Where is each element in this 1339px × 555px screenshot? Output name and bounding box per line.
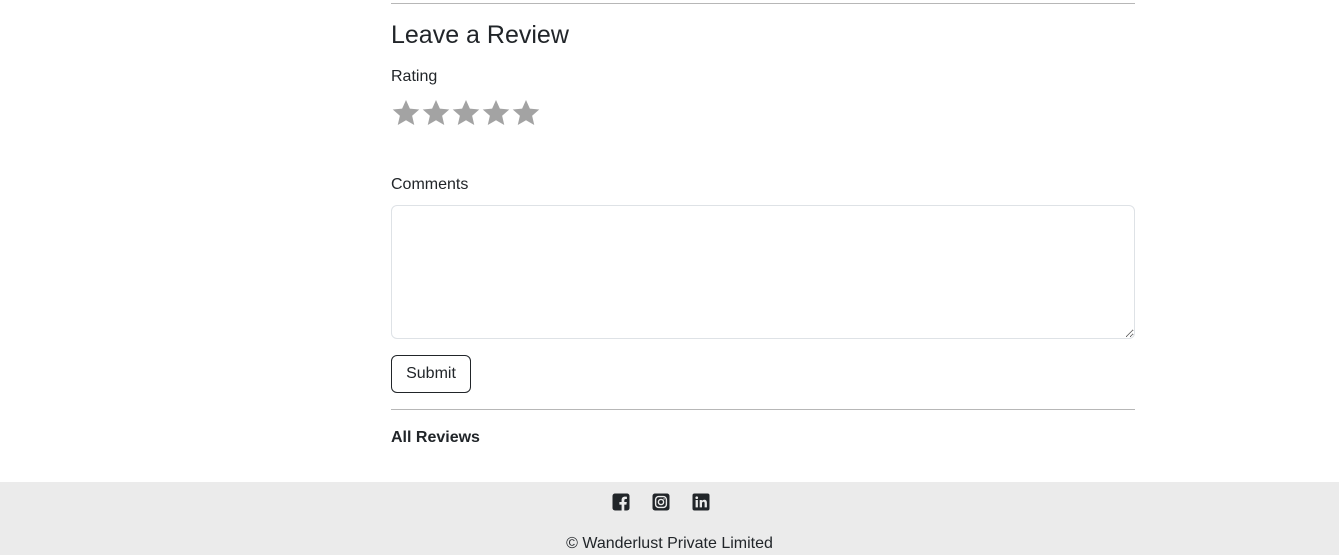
submit-button[interactable]: Submit [391, 355, 471, 393]
divider [391, 409, 1135, 410]
star-2[interactable] [421, 96, 451, 130]
instagram-icon[interactable] [652, 493, 670, 511]
linkedin-icon[interactable] [692, 493, 710, 511]
star-5[interactable] [511, 96, 541, 130]
social-links [612, 493, 710, 511]
comments-textarea[interactable] [391, 205, 1135, 339]
star-4[interactable] [481, 96, 511, 130]
star-icon [422, 100, 450, 125]
star-3[interactable] [451, 96, 481, 130]
copyright-text: © Wanderlust Private Limited [566, 535, 773, 552]
star-1[interactable] [391, 96, 421, 130]
star-icon [482, 100, 510, 125]
footer: © Wanderlust Private Limited [0, 482, 1339, 555]
facebook-icon[interactable] [612, 493, 630, 511]
star-icon [512, 100, 540, 125]
review-form-heading: Leave a Review [391, 21, 569, 49]
star-icon [452, 100, 480, 125]
comments-label: Comments [391, 176, 469, 193]
rating-label: Rating [391, 68, 438, 85]
page: Leave a Review Rating Comments Submit Al… [0, 0, 1339, 555]
star-rating [391, 96, 541, 130]
star-icon [392, 100, 420, 125]
all-reviews-heading: All Reviews [391, 429, 480, 446]
divider [391, 3, 1135, 4]
